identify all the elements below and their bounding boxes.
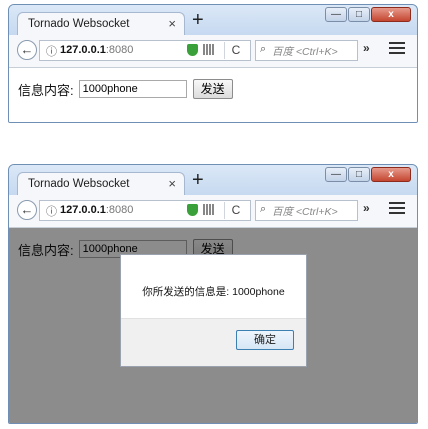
search-box[interactable]: ⌕ 百度 <Ctrl+K>: [255, 40, 358, 61]
window-controls: — □ x: [325, 7, 411, 22]
reload-button[interactable]: C: [224, 42, 247, 59]
shield-icon[interactable]: [187, 44, 198, 56]
window-controls: — □ x: [325, 167, 411, 182]
tab-close-icon[interactable]: ×: [168, 16, 176, 31]
nav-toolbar: ← ⓘ 127.0.0.1:8080 C ⌕ 百度 <Ctrl+K> »: [9, 195, 417, 228]
title-bar: Tornado Websocket × + — □ x: [9, 5, 417, 36]
minimize-button[interactable]: —: [325, 167, 347, 182]
close-icon: x: [388, 9, 394, 20]
hamburger-menu-icon[interactable]: [389, 42, 405, 57]
reload-button[interactable]: C: [224, 202, 247, 219]
url-port: :8080: [105, 204, 134, 216]
search-placeholder: 百度 <Ctrl+K>: [272, 206, 338, 218]
page-content: 信息内容: 发送: [9, 68, 417, 122]
browser-tab[interactable]: Tornado Websocket ×: [17, 172, 185, 196]
nav-toolbar: ← ⓘ 127.0.0.1:8080 C ⌕ 百度 <Ctrl+K> »: [9, 35, 417, 68]
back-button[interactable]: ←: [17, 40, 37, 60]
ok-button[interactable]: 确定: [236, 330, 294, 350]
hamburger-menu-icon[interactable]: [389, 202, 405, 217]
close-icon: x: [388, 169, 394, 180]
alert-message: 你所发送的信息是: 1000phone: [142, 286, 285, 298]
alert-dialog: 你所发送的信息是: 1000phone 确定: [120, 254, 307, 367]
overflow-button[interactable]: »: [363, 201, 370, 215]
browser-tab[interactable]: Tornado Websocket ×: [17, 12, 185, 36]
maximize-button[interactable]: □: [348, 7, 370, 22]
site-info-icon[interactable]: ⓘ: [46, 43, 57, 59]
message-input[interactable]: [78, 80, 187, 98]
address-bar[interactable]: ⓘ 127.0.0.1:8080 C: [39, 200, 251, 221]
url-text: 127.0.0.1:8080: [60, 204, 133, 216]
url-host: 127.0.0.1: [60, 44, 106, 56]
back-button[interactable]: ←: [17, 200, 37, 220]
qr-code-icon[interactable]: [203, 44, 214, 55]
qr-code-icon[interactable]: [203, 204, 214, 215]
new-tab-button[interactable]: +: [192, 9, 204, 31]
maximize-icon: □: [355, 169, 363, 180]
message-form: 信息内容: 发送: [18, 79, 233, 99]
close-window-button[interactable]: x: [371, 167, 411, 182]
tab-title: Tornado Websocket: [28, 178, 130, 190]
tab-title: Tornado Websocket: [28, 18, 130, 30]
address-bar[interactable]: ⓘ 127.0.0.1:8080 C: [39, 40, 251, 61]
url-host: 127.0.0.1: [60, 204, 106, 216]
browser-window-before: Tornado Websocket × + — □ x ← ⓘ 127.0.0.…: [8, 4, 418, 123]
new-tab-button[interactable]: +: [192, 169, 204, 191]
search-placeholder: 百度 <Ctrl+K>: [272, 46, 338, 58]
close-window-button[interactable]: x: [371, 7, 411, 22]
minimize-icon: —: [331, 169, 341, 180]
url-text: 127.0.0.1:8080: [60, 44, 133, 56]
maximize-button[interactable]: □: [348, 167, 370, 182]
shield-icon[interactable]: [187, 204, 198, 216]
browser-window-after: Tornado Websocket × + — □ x ← ⓘ 127.0.0.…: [8, 164, 418, 424]
minimize-button[interactable]: —: [325, 7, 347, 22]
search-icon: ⌕: [260, 203, 267, 215]
send-button[interactable]: 发送: [192, 79, 233, 99]
overflow-button[interactable]: »: [363, 41, 370, 55]
minimize-icon: —: [331, 9, 341, 20]
maximize-icon: □: [355, 9, 363, 20]
search-icon: ⌕: [260, 43, 267, 55]
title-bar: Tornado Websocket × + — □ x: [9, 165, 417, 196]
message-label: 信息内容:: [18, 82, 74, 98]
site-info-icon[interactable]: ⓘ: [46, 203, 57, 219]
tab-close-icon[interactable]: ×: [168, 176, 176, 191]
url-port: :8080: [105, 44, 134, 56]
alert-footer: 确定: [121, 318, 306, 366]
search-box[interactable]: ⌕ 百度 <Ctrl+K>: [255, 200, 358, 221]
